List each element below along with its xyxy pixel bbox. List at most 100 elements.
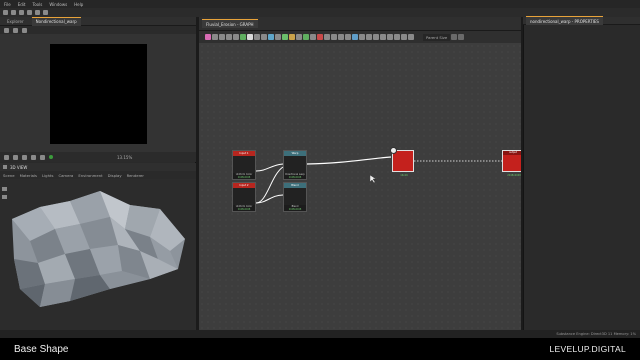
- svg-node-icon[interactable]: [394, 34, 400, 40]
- properties-tabbar: nondirectional_warp - PROPERTIES: [523, 16, 640, 25]
- normal-node-icon[interactable]: [310, 34, 316, 40]
- menu-edit[interactable]: Edit: [18, 2, 26, 7]
- node-size: 2048x2048: [288, 208, 302, 211]
- new-icon[interactable]: [3, 10, 8, 15]
- output-node-icon[interactable]: [317, 34, 323, 40]
- paste-icon[interactable]: [13, 27, 18, 33]
- input-node-icon[interactable]: [324, 34, 330, 40]
- link-n2-n5[interactable]: [306, 156, 392, 165]
- fx-map-icon[interactable]: [331, 34, 337, 40]
- emboss-node-icon[interactable]: [359, 34, 365, 40]
- node-input-1[interactable]: Input 1 Uniform Color 2048x2048: [232, 150, 256, 180]
- zoom-level[interactable]: 13.15%: [117, 155, 132, 160]
- node-thumbnail: [233, 156, 255, 173]
- zoom-fit-icon[interactable]: [451, 34, 458, 40]
- node-selected[interactable]: 16x16: [390, 147, 414, 177]
- shuffle-node-icon[interactable]: [408, 34, 414, 40]
- comment-icon[interactable]: [219, 34, 225, 40]
- node-warp[interactable]: Warp Directional warp 2048x2048: [283, 150, 307, 180]
- caption-title: Base Shape: [14, 343, 69, 355]
- node-blend[interactable]: Blend Blend 2048x2048: [283, 182, 307, 212]
- channel-icon[interactable]: [4, 154, 9, 160]
- node-size: 16x16: [400, 174, 408, 177]
- gradient-node-icon[interactable]: [282, 34, 288, 40]
- light-icon[interactable]: [2, 195, 7, 199]
- transform-node-icon[interactable]: [275, 34, 281, 40]
- node-input-2[interactable]: Input 2 Uniform Color 2048x2048: [232, 182, 256, 212]
- switch-node-icon[interactable]: [380, 34, 386, 40]
- layout-icon[interactable]: [233, 34, 239, 40]
- tab-graph[interactable]: Fluvial_Erosion - GRAPH: [202, 19, 258, 28]
- curve-node-icon[interactable]: [261, 34, 267, 40]
- uniform-node-icon[interactable]: [247, 34, 253, 40]
- brand-logo: LEVELUP.DIGITAL: [549, 344, 626, 354]
- frame-icon[interactable]: [212, 34, 218, 40]
- status-text: Substance Engine: Direct3D 11 Memory: 1%: [556, 332, 636, 336]
- copy-icon[interactable]: [4, 27, 9, 33]
- tab-properties[interactable]: nondirectional_warp - PROPERTIES: [526, 16, 603, 25]
- node-output[interactable]: output 2048x2048: [502, 150, 521, 177]
- node-size: 2048x2048: [507, 174, 521, 177]
- pixel-processor-icon[interactable]: [338, 34, 344, 40]
- camera-icon[interactable]: [2, 187, 7, 191]
- sharpen-node-icon[interactable]: [373, 34, 379, 40]
- menu-display[interactable]: Display: [108, 173, 122, 178]
- menu-scene[interactable]: Scene: [3, 173, 15, 178]
- terrain-mesh: [12, 191, 185, 307]
- graph-settings-icon[interactable]: [458, 34, 465, 40]
- warp-node-icon[interactable]: [268, 34, 274, 40]
- menu-environment[interactable]: Environment: [78, 173, 102, 178]
- save-all-icon[interactable]: [27, 10, 32, 15]
- 3d-viewport[interactable]: [0, 179, 196, 330]
- link-n3-n2[interactable]: [255, 166, 284, 204]
- 3d-side-toolbar: [2, 187, 7, 199]
- menu-file[interactable]: File: [4, 2, 11, 7]
- noise-node-icon[interactable]: [289, 34, 295, 40]
- histogram-icon[interactable]: [31, 154, 36, 160]
- undo-icon[interactable]: [35, 10, 40, 15]
- menu-renderer[interactable]: Renderer: [127, 173, 144, 178]
- checker-icon: [390, 147, 397, 154]
- tab-explorer[interactable]: Explorer: [3, 17, 28, 26]
- node-thumbnail: [284, 156, 306, 173]
- tab-nondirectional-warp[interactable]: Nondirectional_warp: [31, 16, 81, 26]
- explorer-tabbar: Explorer Nondirectional_warp: [0, 16, 196, 26]
- graph-canvas[interactable]: Input 1 Uniform Color 2048x2048 Warp Dir…: [199, 43, 521, 330]
- node-thumbnail: [284, 188, 306, 205]
- value-processor-icon[interactable]: [345, 34, 351, 40]
- menu-tools[interactable]: Tools: [32, 2, 42, 7]
- save-icon[interactable]: [19, 10, 24, 15]
- grayscale-node-icon[interactable]: [366, 34, 372, 40]
- open-icon[interactable]: [11, 10, 16, 15]
- menu-windows[interactable]: Windows: [49, 2, 67, 7]
- mouse-cursor-icon: [370, 175, 376, 183]
- atomic-node-icon[interactable]: [205, 34, 211, 40]
- texture-preview: [50, 44, 147, 144]
- cube-icon: [3, 165, 7, 169]
- menu-camera[interactable]: Camera: [58, 173, 73, 178]
- blend-node-icon[interactable]: [240, 34, 246, 40]
- properties-panel: [523, 17, 640, 330]
- levels-node-icon[interactable]: [254, 34, 260, 40]
- text-node-icon[interactable]: [387, 34, 393, 40]
- hsl-node-icon[interactable]: [303, 34, 309, 40]
- status-dot-icon: [49, 155, 53, 159]
- status-bar: Substance Engine: Direct3D 11 Memory: 1%: [0, 330, 640, 338]
- menu-materials[interactable]: Materials: [20, 173, 37, 178]
- link-n1-n2[interactable]: [255, 163, 284, 172]
- pin-icon[interactable]: [226, 34, 232, 40]
- graph-tabbar: Fluvial_Erosion - GRAPH: [199, 17, 521, 31]
- blur-node-icon[interactable]: [296, 34, 302, 40]
- menu-help[interactable]: Help: [74, 2, 83, 7]
- export-icon[interactable]: [22, 27, 27, 33]
- grid-icon[interactable]: [22, 154, 27, 160]
- menu-lights[interactable]: Lights: [42, 173, 53, 178]
- bitmap-node-icon[interactable]: [401, 34, 407, 40]
- 2d-view[interactable]: [0, 26, 196, 152]
- node-thumbnail: [233, 188, 255, 205]
- distance-node-icon[interactable]: [352, 34, 358, 40]
- redo-icon[interactable]: [43, 10, 48, 15]
- picker-icon[interactable]: [40, 154, 45, 160]
- tile-icon[interactable]: [13, 154, 18, 160]
- parent-size-select[interactable]: Parent Size: [423, 33, 451, 41]
